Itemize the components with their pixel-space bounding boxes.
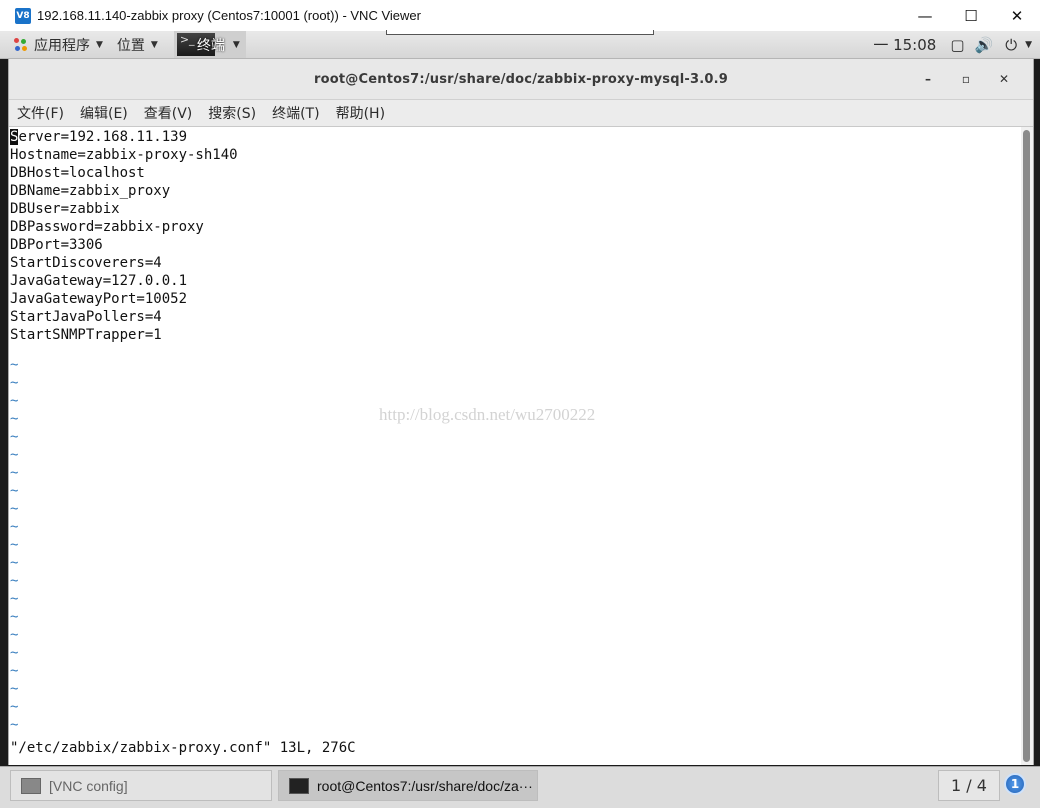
taskbar-item-label: root@Centos7:/usr/share/doc/za···: [317, 777, 533, 794]
code-line: JavaGateway=127.0.0.1: [10, 273, 188, 289]
vnc-titlebar: V8 192.168.11.140-zabbix proxy (Centos7:…: [0, 0, 1040, 32]
vim-empty-line-marker: ~: [10, 627, 19, 643]
chevron-down-icon: ▼: [96, 39, 103, 50]
code-line: Server=192.168.11.139: [10, 128, 238, 146]
vim-empty-line-marker: ~: [10, 573, 19, 589]
code-line: DBHost=localhost: [10, 165, 145, 181]
code-line: JavaGatewayPort=10052: [10, 291, 188, 307]
vnc-app-icon: V8: [15, 7, 31, 24]
vim-empty-line-marker: ~: [10, 357, 19, 373]
vim-empty-line-marker: ~: [10, 537, 19, 553]
notification-badge[interactable]: 1: [1004, 773, 1026, 795]
vim-empty-line-marker: ~: [10, 393, 19, 409]
volume-icon[interactable]: 🔊: [975, 36, 994, 54]
vnc-toolbar-handle[interactable]: [386, 30, 654, 35]
terminal-content[interactable]: Server=192.168.11.139 Hostname=zabbix-pro…: [9, 127, 1033, 765]
code-line: DBPort=3306: [10, 237, 103, 253]
menu-view[interactable]: 查看(V): [136, 103, 201, 123]
code-line: StartJavaPollers=4: [10, 309, 162, 325]
vim-empty-line-marker: ~: [10, 447, 19, 463]
code-line-text: erver=192.168.11.139: [18, 129, 188, 145]
code-line: DBUser=zabbix: [10, 201, 120, 217]
chevron-down-icon[interactable]: ▼: [1025, 40, 1032, 50]
terminal-app-button[interactable]: >_ 终端 ▼: [173, 31, 246, 58]
terminal-menubar: 文件(F) 编辑(E) 查看(V) 搜索(S) 终端(T) 帮助(H): [9, 100, 1033, 127]
taskbar-item-label: [VNC config]: [49, 777, 128, 794]
code-line: StartDiscoverers=4: [10, 255, 162, 271]
terminal-scrollbar[interactable]: [1021, 127, 1033, 765]
code-line: StartSNMPTrapper=1: [10, 327, 162, 343]
terminal-app-label: 终端: [196, 37, 225, 54]
terminal-icon: [289, 777, 309, 794]
terminal-titlebar: root@Centos7:/usr/share/doc/zabbix-proxy…: [9, 59, 1033, 100]
clock[interactable]: 一 15:08: [873, 34, 936, 55]
vim-status-line: "/etc/zabbix/zabbix-proxy.conf" 13L, 276…: [10, 740, 356, 756]
places-label: 位置: [116, 37, 145, 54]
bottom-taskbar: [VNC config] root@Centos7:/usr/share/doc…: [0, 766, 1040, 808]
places-menu[interactable]: 位置 ▼: [117, 35, 158, 55]
vim-empty-line-marker: ~: [10, 429, 19, 445]
menu-file[interactable]: 文件(F): [9, 103, 72, 123]
window-icon: [21, 777, 41, 794]
applications-label: 应用程序: [34, 37, 90, 54]
gnome-top-panel: 应用程序 ▼ 位置 ▼ >_ 终端 ▼ 一 15:08 ▢ 🔊 ⏻ ▼: [0, 30, 1040, 59]
chevron-down-icon: ▼: [232, 39, 240, 50]
applications-icon: [14, 37, 28, 52]
window-icon[interactable]: ▢: [950, 36, 964, 54]
vim-empty-line-marker: ~: [10, 681, 19, 697]
code-line: DBPassword=zabbix-proxy: [10, 219, 204, 235]
menu-edit[interactable]: 编辑(E): [72, 103, 136, 123]
terminal-maximize-button[interactable]: ▫: [947, 72, 985, 86]
minimize-button[interactable]: —: [902, 0, 948, 31]
vim-empty-line-marker: ~: [10, 483, 19, 499]
code-line: DBName=zabbix_proxy: [10, 183, 171, 199]
taskbar-item-vnc-config[interactable]: [VNC config]: [10, 770, 272, 801]
vim-empty-line-marker: ~: [10, 609, 19, 625]
workspace-switcher[interactable]: 1 / 4: [938, 770, 1000, 801]
vim-empty-line-marker: ~: [10, 555, 19, 571]
file-content: Server=192.168.11.139 Hostname=zabbix-pro…: [10, 128, 238, 734]
power-icon[interactable]: ⏻: [1005, 36, 1017, 54]
terminal-window: root@Centos7:/usr/share/doc/zabbix-proxy…: [8, 59, 1034, 765]
vim-empty-line-marker: ~: [10, 411, 19, 427]
vim-empty-line-marker: ~: [10, 591, 19, 607]
maximize-button[interactable]: ☐: [948, 0, 994, 31]
terminal-close-button[interactable]: ✕: [985, 72, 1023, 86]
watermark: http://blog.csdn.net/wu2700222: [379, 405, 596, 424]
menu-terminal[interactable]: 终端(T): [264, 103, 327, 123]
vim-empty-line-marker: ~: [10, 645, 19, 661]
terminal-minimize-button[interactable]: –: [909, 72, 947, 86]
vim-empty-line-marker: ~: [10, 699, 19, 715]
scrollbar-thumb[interactable]: [1023, 130, 1030, 762]
applications-menu[interactable]: 应用程序 ▼: [14, 35, 103, 55]
vim-empty-line-marker: ~: [10, 717, 19, 733]
vnc-window-title: 192.168.11.140-zabbix proxy (Centos7:100…: [37, 8, 421, 23]
taskbar-item-terminal[interactable]: root@Centos7:/usr/share/doc/za···: [278, 770, 538, 801]
vim-empty-line-marker: ~: [10, 501, 19, 517]
vim-empty-line-marker: ~: [10, 519, 19, 535]
close-button[interactable]: ✕: [994, 0, 1040, 31]
chevron-down-icon: ▼: [150, 39, 158, 50]
vim-empty-line-marker: ~: [10, 465, 19, 481]
code-line: Hostname=zabbix-proxy-sh140: [10, 147, 238, 163]
menu-search[interactable]: 搜索(S): [200, 103, 264, 123]
menu-help[interactable]: 帮助(H): [328, 103, 393, 123]
vim-empty-line-marker: ~: [10, 663, 19, 679]
vim-empty-line-marker: ~: [10, 375, 19, 391]
terminal-title: root@Centos7:/usr/share/doc/zabbix-proxy…: [314, 71, 728, 87]
